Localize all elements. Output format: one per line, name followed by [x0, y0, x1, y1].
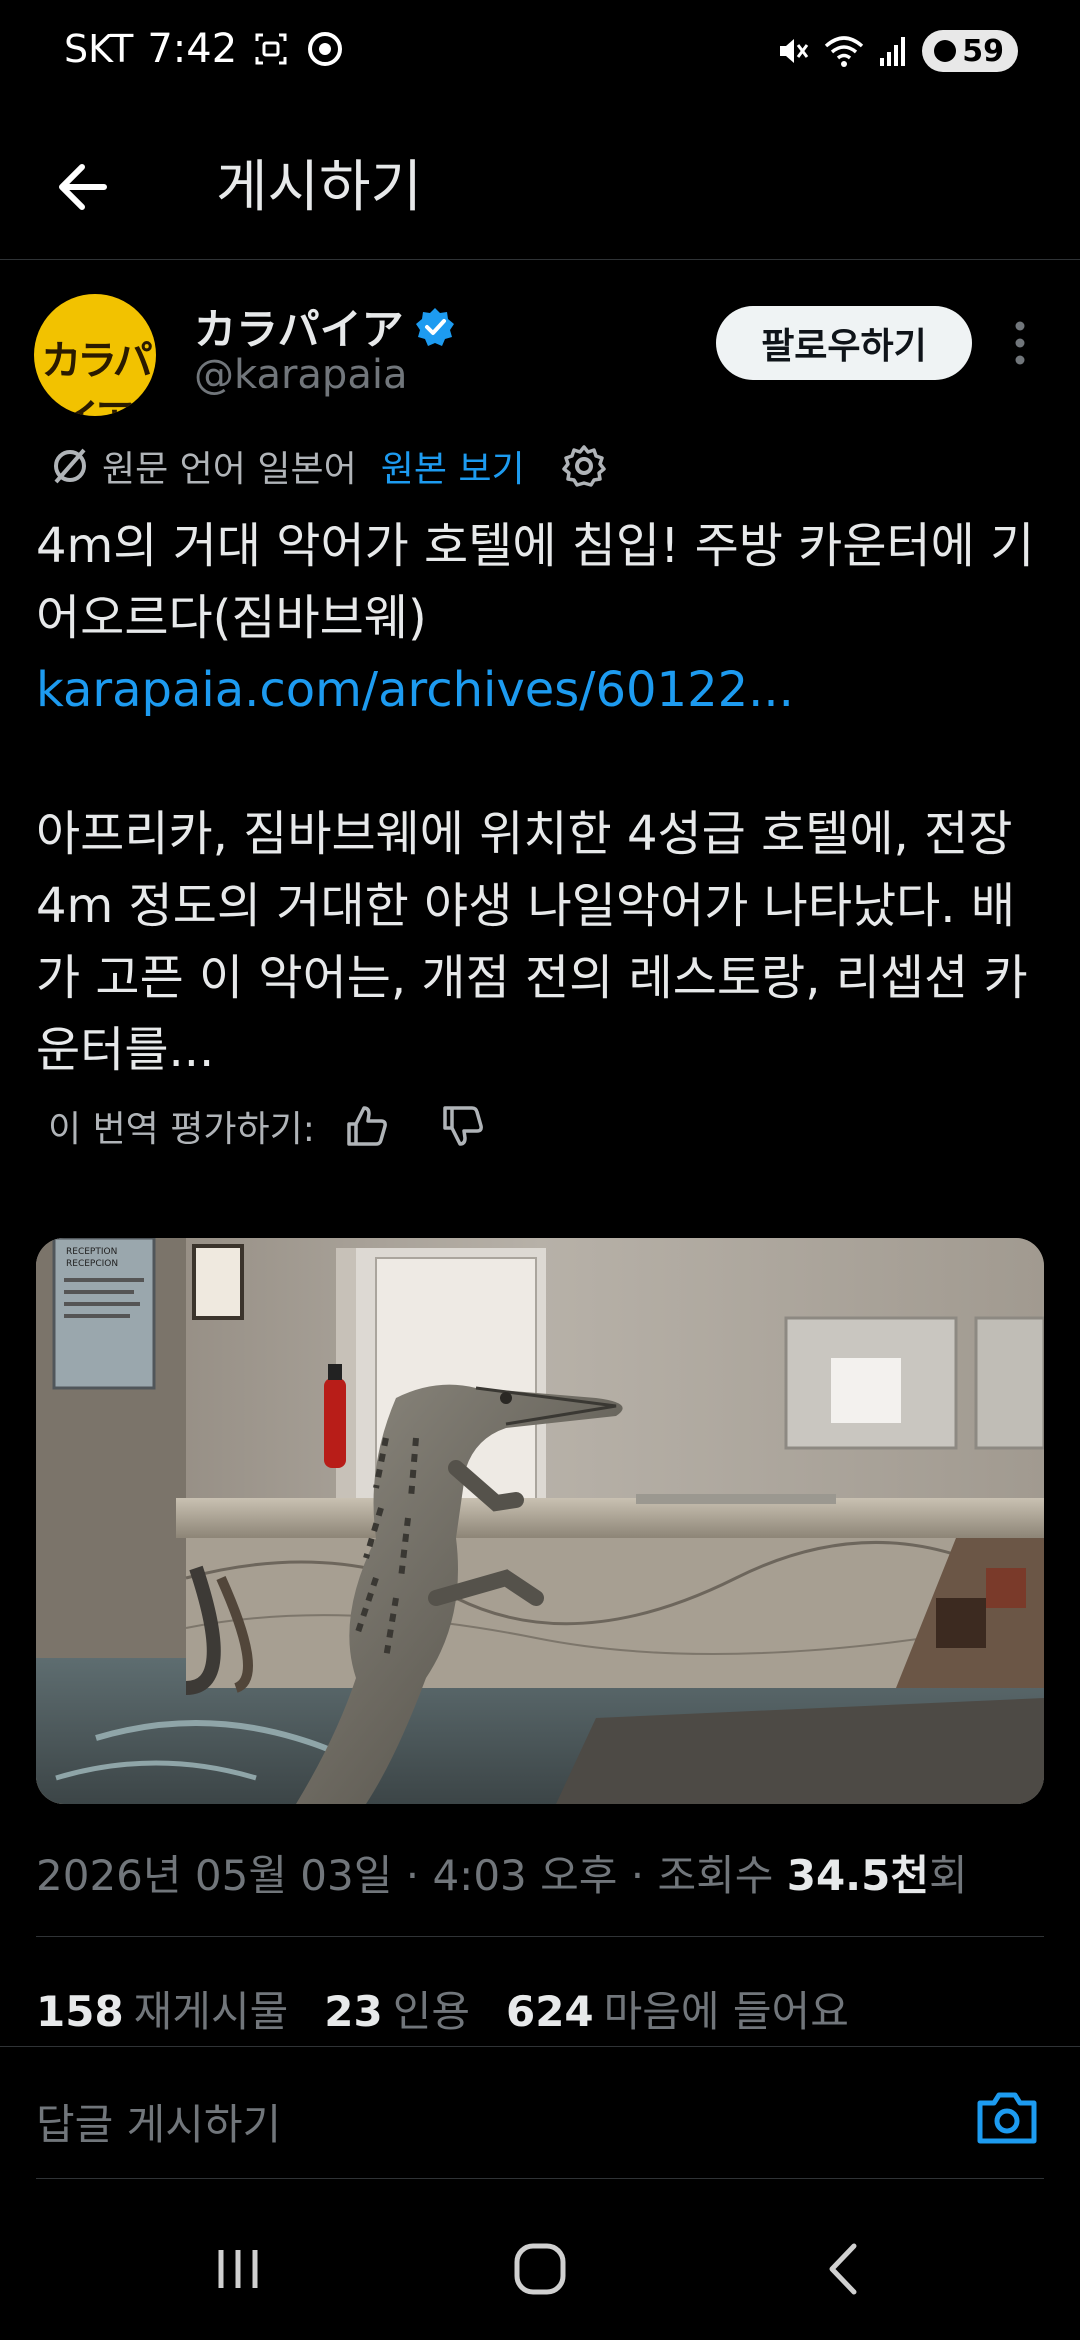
translation-source-label: 원문 언어 일본어 — [102, 449, 357, 490]
timestamp-text: 2026년 05월 03일 · 4:03 오후 · 조회수 — [36, 1851, 787, 1900]
view-count: 34.5천 — [786, 1851, 929, 1900]
author-name[interactable]: カラパイア — [194, 296, 456, 357]
article-link[interactable]: karapaia.com/archives/60122... — [36, 654, 1046, 726]
rate-translation: 이 번역 평가하기: — [48, 1100, 487, 1152]
divider — [36, 1936, 1044, 1937]
svg-text:RECEPTION: RECEPTION — [66, 1247, 117, 1257]
quotes-label: 인용 — [392, 1987, 470, 2036]
recent-apps-icon[interactable] — [203, 2234, 273, 2304]
divider — [36, 2178, 1044, 2179]
quotes-stat[interactable]: 23 인용 — [324, 1978, 470, 2039]
likes-count: 624 — [505, 1987, 594, 2036]
wifi-icon — [825, 36, 864, 67]
svg-text:RECEPCION: RECEPCION — [66, 1259, 118, 1269]
engagement-stats: 158 재게시물 23 인용 624 마음에 들어요 — [36, 1978, 849, 2039]
signal-icon — [880, 37, 906, 66]
back-arrow-icon[interactable] — [50, 152, 120, 222]
translate-icon — [54, 448, 86, 484]
reposts-label: 재게시물 — [133, 1987, 289, 2036]
quotes-count: 23 — [324, 1987, 383, 2036]
battery-level: 59 — [962, 33, 1004, 69]
tweet-image[interactable]: RECEPTION RECEPCION — [36, 1238, 1044, 1804]
crocodile-photo: RECEPTION RECEPCION — [36, 1238, 1044, 1804]
camera-icon[interactable] — [974, 2087, 1040, 2147]
status-bar: SKT 7:42 59 — [0, 0, 1080, 110]
top-app-bar: 게시하기 — [0, 110, 1080, 260]
view-count-suffix: 회 — [929, 1851, 968, 1900]
reposts-count: 158 — [36, 1987, 124, 2036]
view-original-link[interactable]: 원본 보기 — [381, 440, 525, 492]
carrier-label: SKT — [64, 27, 134, 71]
battery-indicator: 59 — [922, 30, 1018, 72]
thumbs-up-icon[interactable] — [343, 1102, 391, 1150]
author-display-name: カラパイア — [194, 305, 404, 354]
reply-input[interactable]: 답글 게시하기 — [36, 2091, 281, 2152]
reposts-stat[interactable]: 158 재게시물 — [36, 1978, 288, 2039]
reply-composer[interactable]: 답글 게시하기 — [0, 2046, 1080, 2176]
clock: 7:42 — [147, 26, 238, 72]
translation-info: 원문 언어 일본어 원본 보기 — [48, 440, 607, 492]
power-saving-icon — [934, 40, 957, 62]
gear-icon[interactable] — [561, 443, 607, 489]
system-navigation-bar — [0, 2190, 1080, 2340]
back-nav-icon[interactable] — [810, 2234, 880, 2304]
screenshot-icon — [255, 33, 287, 65]
thumbs-down-icon[interactable] — [439, 1102, 487, 1150]
tweet-timestamp: 2026년 05월 03일 · 4:03 오후 · 조회수 34.5천회 — [36, 1842, 968, 1903]
home-icon[interactable] — [505, 2234, 575, 2304]
avatar[interactable]: カラパイア — [34, 294, 156, 416]
mute-icon — [780, 39, 809, 63]
verified-badge-icon — [415, 307, 454, 346]
follow-button[interactable]: 팔로우하기 — [716, 306, 972, 380]
rate-translation-label: 이 번역 평가하기: — [48, 1109, 315, 1150]
tweet-body: 4m의 거대 악어가 호텔에 침입! 주방 카운터에 기어오르다(짐바브웨) k… — [36, 510, 1046, 1086]
chrome-icon — [308, 32, 343, 66]
author-handle[interactable]: @karapaia — [194, 352, 407, 398]
avatar-logo-text: カラパイア — [41, 338, 153, 416]
likes-label: 마음에 들어요 — [603, 1987, 849, 2036]
likes-stat[interactable]: 624 마음에 들어요 — [506, 1978, 849, 2039]
tweet-paragraph: 아프리카, 짐바브웨에 위치한 4성급 호텔에, 전장 4m 정도의 거대한 야… — [36, 806, 1028, 1078]
tweet-headline: 4m의 거대 악어가 호텔에 침입! 주방 카운터에 기어오르다(짐바브웨) — [36, 518, 1035, 646]
more-options-icon[interactable] — [1000, 318, 1040, 368]
page-title: 게시하기 — [216, 155, 423, 220]
